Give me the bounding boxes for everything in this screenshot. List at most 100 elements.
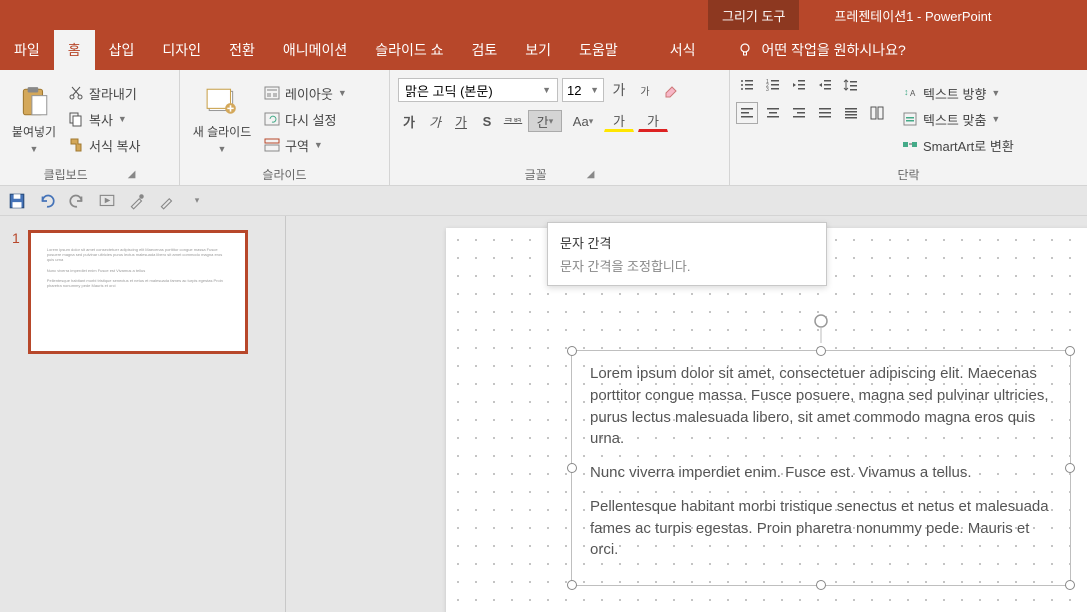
resize-handle-bm[interactable] — [816, 580, 826, 590]
align-text-button[interactable]: 텍스트 맞춤 ▼ — [902, 108, 1014, 130]
tab-animations[interactable]: 애니메이션 — [269, 30, 361, 70]
line-spacing-button[interactable] — [840, 74, 862, 96]
paste-button[interactable]: 붙여넣기 ▼ — [6, 74, 62, 164]
customize-qat-button[interactable]: ▾ — [188, 192, 206, 210]
tab-transitions[interactable]: 전환 — [215, 30, 269, 70]
save-button[interactable] — [8, 192, 26, 210]
cut-button[interactable]: 잘라내기 — [68, 82, 140, 104]
layout-button[interactable]: 레이아웃 ▼ — [264, 82, 347, 104]
text-paragraph-3[interactable]: Pellentesque habitant morbi tristique se… — [590, 496, 1052, 561]
increase-font-button[interactable]: 가 — [608, 79, 630, 101]
text-paragraph-1[interactable]: Lorem ipsum dolor sit amet, consectetuer… — [590, 363, 1052, 450]
italic-button[interactable]: 가 — [424, 110, 446, 132]
tab-help[interactable]: 도움말 — [565, 30, 632, 70]
columns-icon — [869, 105, 885, 121]
start-from-beginning-button[interactable] — [98, 192, 116, 210]
eyedropper-button[interactable] — [128, 192, 146, 210]
decrease-font-button[interactable]: 가 — [634, 79, 656, 101]
clear-formatting-button[interactable] — [660, 79, 682, 101]
bullets-button[interactable] — [736, 74, 758, 96]
resize-handle-tl[interactable] — [567, 346, 577, 356]
section-button[interactable]: 구역 ▼ — [264, 134, 347, 156]
highlight-color-button[interactable]: 가 — [604, 110, 634, 132]
tab-slideshow[interactable]: 슬라이드 쇼 — [361, 30, 457, 70]
smartart-label: SmartArt로 변환 — [923, 136, 1014, 155]
numbering-button[interactable]: 123 — [762, 74, 784, 96]
text-box[interactable]: Lorem ipsum dolor sit amet, consectetuer… — [571, 350, 1071, 586]
slide-thumbnail-1[interactable]: Lorem ipsum dolor sit amet consectetuer … — [28, 230, 248, 354]
underline-button[interactable]: 가 — [450, 110, 472, 132]
resize-handle-mr[interactable] — [1065, 463, 1075, 473]
format-painter-button[interactable]: 서식 복사 — [68, 134, 140, 156]
align-left-button[interactable] — [736, 102, 758, 124]
svg-text:↕: ↕ — [904, 87, 909, 97]
layout-label: 레이아웃 — [285, 84, 333, 103]
resize-handle-tm[interactable] — [816, 346, 826, 356]
rotate-icon — [811, 313, 831, 343]
font-color-button[interactable]: 가 — [638, 110, 668, 132]
distribute-button[interactable] — [840, 102, 862, 124]
tab-review[interactable]: 검토 — [458, 30, 512, 70]
slides-group-label: 슬라이드 — [262, 166, 306, 183]
tab-format[interactable]: 서식 — [656, 30, 710, 70]
undo-button[interactable] — [38, 192, 56, 210]
document-title: 프레젠테이션1 - PowerPoint — [834, 6, 991, 25]
tab-insert[interactable]: 삽입 — [95, 30, 149, 70]
font-size-dropdown[interactable]: 12 ▼ — [562, 78, 604, 102]
scissors-icon — [68, 85, 84, 101]
tell-me-label: 어떤 작업을 원하시나요? — [761, 40, 905, 60]
new-slide-button[interactable]: 새 슬라이드 ▼ — [186, 74, 258, 164]
decrease-indent-button[interactable] — [788, 74, 810, 96]
strikethrough-button[interactable]: ᄏᄇᄏ — [502, 110, 524, 132]
copy-icon — [68, 111, 84, 127]
resize-handle-ml[interactable] — [567, 463, 577, 473]
smartart-button[interactable]: SmartArt로 변환 — [902, 134, 1014, 156]
reset-button[interactable]: 다시 설정 — [264, 108, 347, 130]
chevron-down-icon: ▼ — [338, 88, 347, 98]
chevron-down-icon: ▼ — [542, 85, 551, 95]
dialog-launcher-icon[interactable]: ◢ — [128, 169, 136, 180]
shadow-button[interactable]: S — [476, 110, 498, 132]
columns-button[interactable] — [866, 102, 888, 124]
tell-me-search[interactable]: 어떤 작업을 원하시나요? — [737, 40, 905, 60]
copy-button[interactable]: 복사 ▼ — [68, 108, 140, 130]
chevron-down-icon: ▾ — [195, 195, 200, 206]
layout-icon — [264, 85, 280, 101]
text-paragraph-2[interactable]: Nunc viverra imperdiet enim. Fusce est. … — [590, 462, 1052, 484]
character-spacing-button[interactable]: 간▾ — [528, 110, 562, 132]
drawing-tools-tab[interactable]: 그리기 도구 — [708, 0, 799, 30]
slide-edit-area[interactable]: 문자 간격 문자 간격을 조정합니다. Lorem ipsum dolor si… — [286, 216, 1087, 612]
chevron-down-icon: ▼ — [991, 88, 1000, 98]
resize-handle-br[interactable] — [1065, 580, 1075, 590]
resize-handle-bl[interactable] — [567, 580, 577, 590]
tooltip-description: 문자 간격을 조정합니다. — [560, 256, 814, 275]
tab-design[interactable]: 디자인 — [148, 30, 215, 70]
tab-home[interactable]: 홈 — [54, 30, 95, 70]
resize-handle-tr[interactable] — [1065, 346, 1075, 356]
bold-button[interactable]: 가 — [398, 110, 420, 132]
workspace: 1 Lorem ipsum dolor sit amet consectetue… — [0, 216, 1087, 612]
redo-icon — [68, 192, 86, 210]
chevron-down-icon: ▼ — [314, 140, 323, 150]
eyedropper-2-button[interactable] — [158, 192, 176, 210]
line-spacing-icon — [843, 77, 859, 93]
dialog-launcher-icon[interactable]: ◢ — [587, 169, 595, 180]
align-right-button[interactable] — [788, 102, 810, 124]
align-center-button[interactable] — [762, 102, 784, 124]
font-name-dropdown[interactable]: 맑은 고딕 (본문) ▼ — [398, 78, 558, 102]
numbering-icon: 123 — [765, 77, 781, 93]
tab-file[interactable]: 파일 — [0, 30, 54, 70]
text-direction-button[interactable]: ↕A 텍스트 방향 ▼ — [902, 82, 1014, 104]
tooltip: 문자 간격 문자 간격을 조정합니다. — [547, 222, 827, 286]
change-case-button[interactable]: Aa ▾ — [566, 110, 600, 132]
rotate-handle[interactable] — [811, 313, 831, 350]
justify-button[interactable] — [814, 102, 836, 124]
increase-indent-button[interactable] — [814, 74, 836, 96]
align-left-icon — [739, 105, 755, 121]
clipboard-group-label: 클립보드 — [44, 166, 88, 183]
tab-view[interactable]: 보기 — [511, 30, 565, 70]
chevron-down-icon: ▼ — [118, 114, 127, 124]
font-name-value: 맑은 고딕 (본문) — [405, 81, 493, 100]
brush-icon — [68, 137, 84, 153]
redo-button[interactable] — [68, 192, 86, 210]
